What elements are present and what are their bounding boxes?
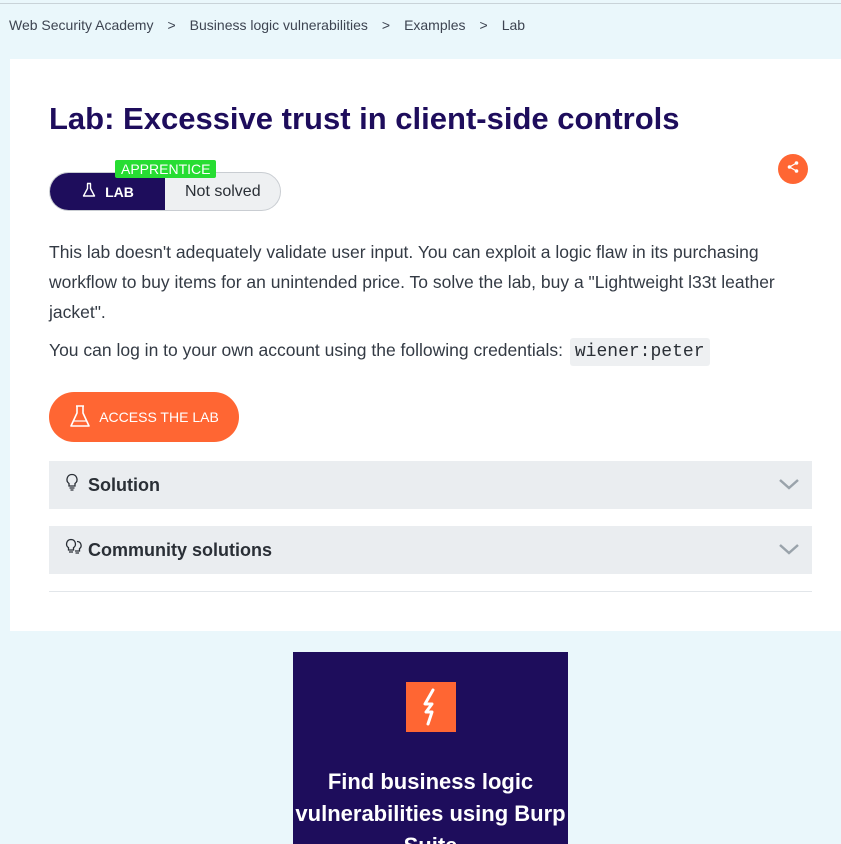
breadcrumb-separator: >: [479, 17, 488, 33]
top-border: [0, 0, 841, 4]
breadcrumb-academy[interactable]: Web Security Academy: [9, 17, 153, 33]
share-button[interactable]: [778, 154, 808, 184]
lab-status-text: Not solved: [185, 183, 261, 200]
credentials-text: You can log in to your own account using…: [49, 340, 563, 360]
community-lightbulbs-icon: [65, 538, 83, 561]
lab-type-pill: LAB: [50, 173, 165, 210]
breadcrumb-separator: >: [381, 17, 391, 33]
breadcrumb-separator: >: [167, 17, 176, 33]
community-solutions-label: Community solutions: [88, 540, 272, 560]
level-badge: APPRENTICE: [115, 160, 217, 178]
lab-description: This lab doesn't adequately validate use…: [49, 242, 775, 322]
breadcrumb: Web Security Academy > Business logic vu…: [9, 17, 525, 33]
page-title: Lab: Excessive trust in client-side cont…: [49, 101, 680, 136]
solution-label: Solution: [88, 475, 160, 495]
breadcrumb-business-logic[interactable]: Business logic vulnerabilities: [190, 17, 368, 33]
lab-card: Lab: Excessive trust in client-side cont…: [10, 59, 841, 631]
breadcrumb-lab[interactable]: Lab: [502, 17, 525, 33]
community-solutions-accordion[interactable]: Community solutions: [49, 526, 812, 574]
flask-icon: [69, 404, 91, 431]
credentials-code: wiener:peter: [569, 338, 710, 366]
access-lab-label: ACCESS THE LAB: [99, 409, 219, 425]
solution-accordion[interactable]: Solution: [49, 461, 812, 509]
lab-type-label: LAB: [105, 183, 134, 200]
access-lab-button[interactable]: ACCESS THE LAB: [49, 392, 239, 442]
promo-text: Find business logic vulnerabilities usin…: [295, 769, 566, 844]
credentials-line: You can log in to your own account using…: [49, 335, 710, 367]
burp-suite-logo-icon: [406, 682, 456, 732]
flask-icon: [81, 182, 97, 201]
share-icon: [786, 160, 800, 179]
chevron-down-icon: [778, 542, 800, 561]
lightbulb-icon: [65, 473, 79, 496]
breadcrumb-examples[interactable]: Examples: [404, 17, 465, 33]
chevron-down-icon: [778, 477, 800, 496]
divider: [49, 591, 812, 592]
burp-suite-promo[interactable]: Find business logic vulnerabilities usin…: [293, 652, 568, 844]
